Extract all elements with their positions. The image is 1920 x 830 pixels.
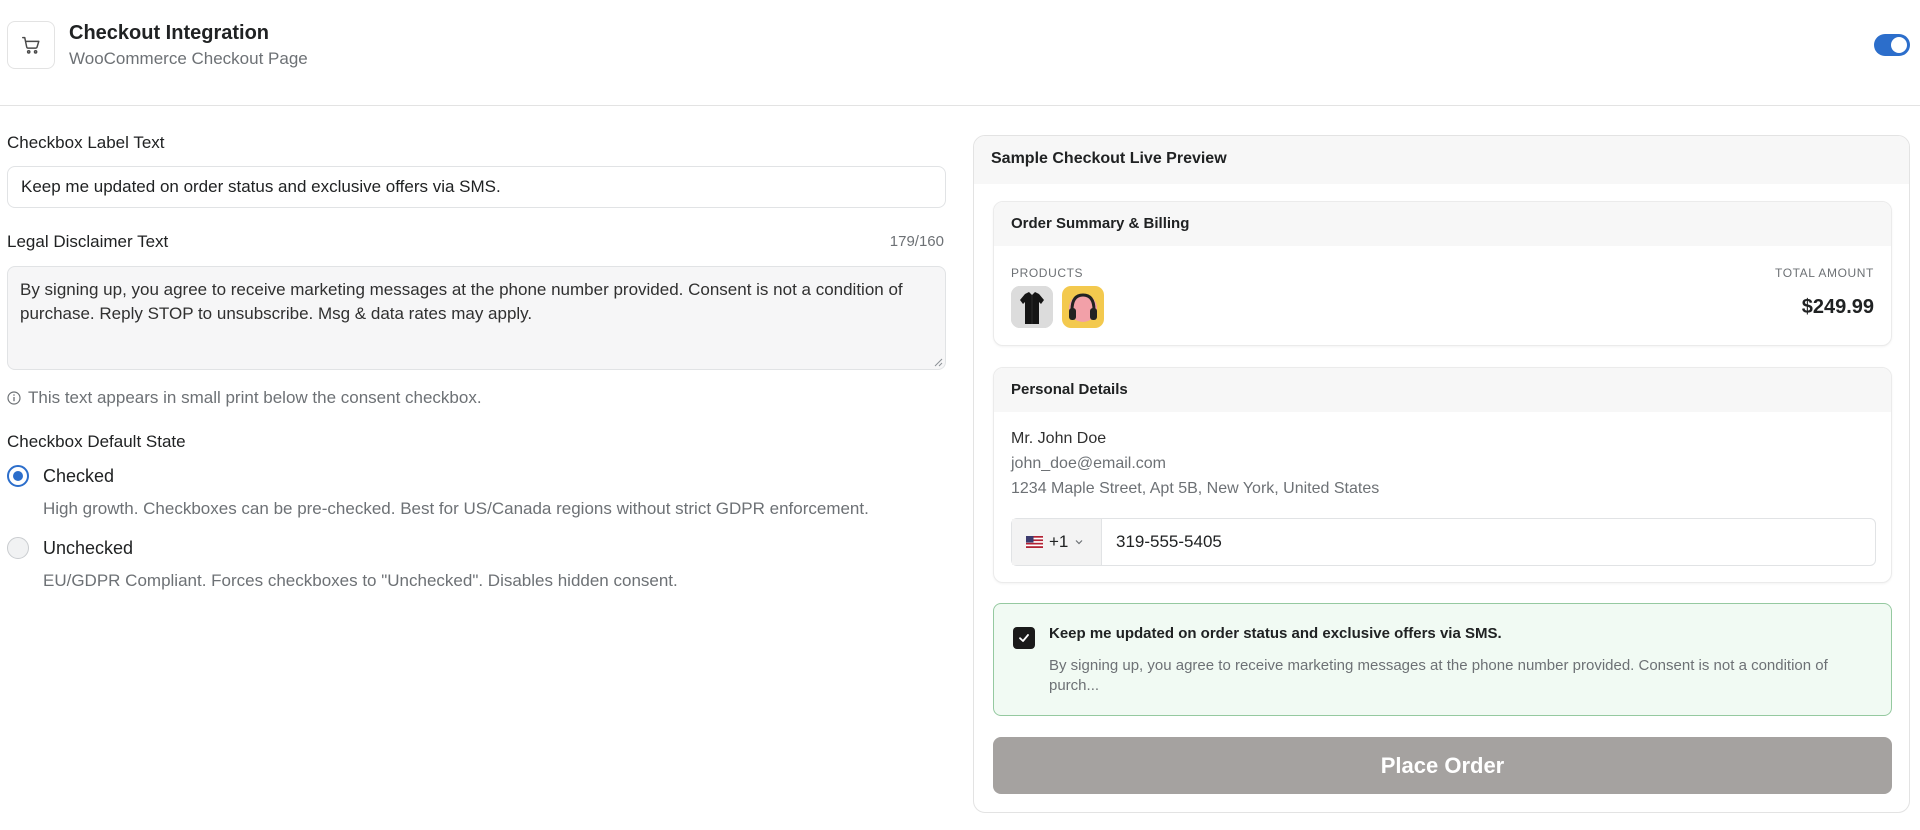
country-code-select[interactable]: +1: [1012, 519, 1102, 565]
legal-disclaimer-label: Legal Disclaimer Text: [7, 232, 169, 251]
personal-details-title: Personal Details: [994, 368, 1891, 412]
us-flag-icon: [1026, 536, 1043, 548]
shirt-icon: [1011, 286, 1053, 328]
default-state-label: Checkbox Default State: [7, 432, 186, 451]
legal-disclaimer-value: By signing up, you agree to receive mark…: [20, 280, 903, 323]
preview-header: Sample Checkout Live Preview: [974, 136, 1909, 184]
sms-consent-box: Keep me updated on order status and excl…: [993, 603, 1892, 716]
dial-code: +1: [1049, 532, 1069, 551]
headphones-icon: [1062, 286, 1104, 328]
phone-field: +1 319-555-5405: [1011, 518, 1876, 566]
order-total: $249.99: [1801, 296, 1874, 318]
sms-consent-checkbox[interactable]: [1013, 627, 1035, 649]
toggle-knob: [1891, 37, 1907, 53]
radio-unchecked[interactable]: [7, 537, 29, 559]
sms-consent-label: Keep me updated on order status and excl…: [1049, 625, 1502, 642]
customer-name: Mr. John Doe: [1011, 430, 1107, 447]
hint-text: This text appears in small print below t…: [28, 388, 482, 407]
radio-unchecked-option[interactable]: Unchecked: [7, 537, 133, 559]
radio-checked-description: High growth. Checkboxes can be pre-check…: [43, 499, 869, 518]
place-order-button[interactable]: Place Order: [993, 737, 1892, 794]
checkbox-label-text-label: Checkbox Label Text: [7, 133, 165, 152]
legal-disclaimer-textarea[interactable]: By signing up, you agree to receive mark…: [7, 266, 946, 370]
phone-number-input[interactable]: 319-555-5405: [1102, 519, 1875, 565]
checkout-preview-card: Sample Checkout Live Preview Order Summa…: [973, 135, 1910, 813]
integration-toggle[interactable]: [1874, 34, 1910, 56]
page-header: Checkout Integration WooCommerce Checkou…: [0, 0, 1920, 106]
radio-unchecked-label: Unchecked: [43, 537, 134, 558]
customer-address: 1234 Maple Street, Apt 5B, New York, Uni…: [1011, 480, 1380, 497]
black-shirt-thumbnail: [1011, 286, 1053, 328]
info-icon: [7, 391, 21, 405]
radio-unchecked-description: EU/GDPR Compliant. Forces checkboxes to …: [43, 571, 678, 590]
radio-checked[interactable]: [7, 465, 29, 487]
preview-title: Sample Checkout Live Preview: [991, 150, 1227, 167]
radio-checked-label: Checked: [43, 465, 115, 486]
products-caption: PRODUCTS: [1011, 266, 1084, 280]
shopping-cart-icon: [7, 21, 55, 69]
total-amount-caption: TOTAL AMOUNT: [1775, 266, 1874, 280]
order-summary-card: Order Summary & Billing PRODUCTS TOTAL A…: [993, 201, 1892, 346]
page-subtitle: WooCommerce Checkout Page: [69, 49, 308, 68]
resize-grip-icon[interactable]: [933, 357, 943, 367]
sms-consent-disclaimer: By signing up, you agree to receive mark…: [1049, 657, 1828, 694]
order-summary-title: Order Summary & Billing: [994, 202, 1891, 246]
chevron-down-icon: [1075, 540, 1083, 545]
headphones-thumbnail: [1062, 286, 1104, 328]
personal-details-card: Personal Details Mr. John Doe john_doe@e…: [993, 367, 1892, 583]
radio-checked-option[interactable]: Checked: [7, 465, 114, 487]
disclaimer-hint: This text appears in small print below t…: [7, 388, 482, 408]
customer-email: john_doe@email.com: [1011, 455, 1166, 472]
checkbox-label-input[interactable]: Keep me updated on order status and excl…: [7, 166, 946, 208]
character-counter: 179/160: [889, 233, 944, 250]
page-title: Checkout Integration: [69, 22, 270, 44]
checkmark-icon: [1019, 634, 1029, 642]
